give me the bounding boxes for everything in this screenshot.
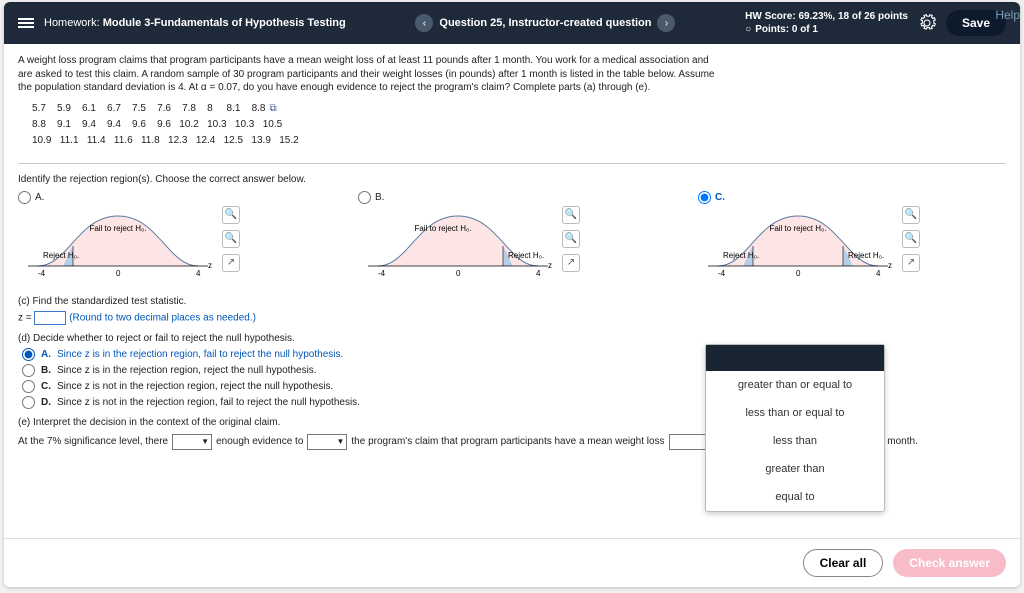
option-c-label: C. bbox=[715, 192, 725, 203]
svg-text:Fail to reject H₀.: Fail to reject H₀. bbox=[769, 224, 826, 233]
question-label: Question 25, Instructor-created question bbox=[439, 17, 651, 29]
zoom-out-icon[interactable]: 🔍 bbox=[902, 230, 920, 248]
svg-text:z: z bbox=[208, 261, 212, 270]
svg-text:Reject H₀.: Reject H₀. bbox=[723, 251, 759, 260]
z-prefix: z = bbox=[18, 312, 32, 323]
homework-title: Homework: Module 3-Fundamentals of Hypot… bbox=[44, 16, 346, 30]
zoom-out-icon[interactable]: 🔍 bbox=[562, 230, 580, 248]
app-header: Homework: Module 3-Fundamentals of Hypot… bbox=[4, 2, 1020, 44]
d-option-b-radio[interactable] bbox=[22, 364, 35, 377]
gear-icon[interactable] bbox=[918, 14, 936, 32]
popout-icon[interactable]: ↗ bbox=[222, 254, 240, 272]
z-input[interactable] bbox=[34, 311, 66, 325]
d-option-d-text: Since z is not in the rejection region, … bbox=[57, 397, 360, 408]
d-option-a-text: Since z is in the rejection region, fail… bbox=[57, 349, 343, 360]
zoom-in-icon[interactable]: 🔍 bbox=[902, 206, 920, 224]
menu-icon[interactable] bbox=[18, 18, 34, 28]
d-option-a-radio[interactable] bbox=[22, 348, 35, 361]
round-note: (Round to two decimal places as needed.) bbox=[69, 312, 256, 323]
copy-icon[interactable]: ⧉ bbox=[269, 101, 276, 117]
zoom-in-icon[interactable]: 🔍 bbox=[222, 206, 240, 224]
popout-icon[interactable]: ↗ bbox=[562, 254, 580, 272]
prev-question-button[interactable]: ‹ bbox=[415, 14, 433, 32]
svg-text:Fail to reject H₀.: Fail to reject H₀. bbox=[89, 224, 146, 233]
dropdown-item[interactable]: less than bbox=[706, 427, 884, 455]
svg-text:z: z bbox=[548, 261, 552, 270]
d-option-b-text: Since z is in the rejection region, reje… bbox=[57, 365, 317, 376]
d-option-c-text: Since z is not in the rejection region, … bbox=[57, 381, 333, 392]
fill-t3: the program's claim that program partici… bbox=[351, 436, 664, 447]
svg-text:Reject H₀.: Reject H₀. bbox=[848, 251, 884, 260]
option-a-radio[interactable] bbox=[18, 191, 31, 204]
part-c-prompt: (c) Find the standardized test statistic… bbox=[18, 296, 1006, 307]
svg-text:4: 4 bbox=[196, 269, 201, 278]
svg-text:0: 0 bbox=[456, 269, 461, 278]
identify-prompt: Identify the rejection region(s). Choose… bbox=[18, 174, 1006, 185]
option-b-label: B. bbox=[375, 192, 384, 203]
option-b-radio[interactable] bbox=[358, 191, 371, 204]
option-c-radio[interactable] bbox=[698, 191, 711, 204]
svg-text:4: 4 bbox=[876, 269, 881, 278]
score-display: HW Score: 69.23%, 18 of 26 points Points… bbox=[745, 10, 908, 36]
fill-t1: At the 7% significance level, there bbox=[18, 436, 168, 447]
zoom-in-icon[interactable]: 🔍 bbox=[562, 206, 580, 224]
comparison-dropdown-menu: greater than or equal to less than or eq… bbox=[705, 344, 885, 512]
part-d-prompt: (d) Decide whether to reject or fail to … bbox=[18, 333, 1006, 344]
svg-text:z: z bbox=[888, 261, 892, 270]
dropdown-item[interactable]: less than or equal to bbox=[706, 399, 884, 427]
dropdown-item[interactable]: equal to bbox=[706, 483, 884, 511]
fill-t2: enough evidence to bbox=[216, 436, 303, 447]
option-a-label: A. bbox=[35, 192, 44, 203]
problem-text: A weight loss program claims that progra… bbox=[18, 54, 718, 95]
popout-icon[interactable]: ↗ bbox=[902, 254, 920, 272]
clear-all-button[interactable]: Clear all bbox=[803, 549, 884, 577]
svg-text:0: 0 bbox=[796, 269, 801, 278]
svg-text:0: 0 bbox=[116, 269, 121, 278]
svg-text:4: 4 bbox=[536, 269, 541, 278]
dropdown-selected-blank[interactable] bbox=[706, 345, 884, 371]
graph-a: Fail to reject H₀. Reject H₀. -4 0 4 z bbox=[18, 206, 218, 286]
divider bbox=[18, 163, 1006, 164]
svg-text:-4: -4 bbox=[378, 269, 386, 278]
next-question-button[interactable]: › bbox=[657, 14, 675, 32]
svg-text:-4: -4 bbox=[38, 269, 46, 278]
svg-text:Fail to reject H₀.: Fail to reject H₀. bbox=[414, 224, 471, 233]
d-option-d-radio[interactable] bbox=[22, 396, 35, 409]
data-table: 5.7 5.9 6.1 6.7 7.5 7.6 7.8 8 8.1 8.8⧉ 8… bbox=[32, 101, 1006, 149]
dropdown-2[interactable]: ▼ bbox=[307, 434, 347, 450]
dropdown-1[interactable]: ▼ bbox=[172, 434, 212, 450]
dropdown-item[interactable]: greater than bbox=[706, 455, 884, 483]
svg-text:-4: -4 bbox=[718, 269, 726, 278]
svg-text:Reject H₀.: Reject H₀. bbox=[508, 251, 544, 260]
help-link[interactable]: Help bbox=[995, 8, 1020, 22]
check-answer-button[interactable]: Check answer bbox=[893, 549, 1006, 577]
graph-c: Fail to reject H₀. Reject H₀. Reject H₀.… bbox=[698, 206, 898, 286]
footer-bar: Clear all Check answer bbox=[4, 538, 1020, 587]
d-option-c-radio[interactable] bbox=[22, 380, 35, 393]
zoom-out-icon[interactable]: 🔍 bbox=[222, 230, 240, 248]
dropdown-item[interactable]: greater than or equal to bbox=[706, 371, 884, 399]
svg-text:Reject H₀.: Reject H₀. bbox=[43, 251, 79, 260]
graph-b: Fail to reject H₀. Reject H₀. -4 0 4 z bbox=[358, 206, 558, 286]
